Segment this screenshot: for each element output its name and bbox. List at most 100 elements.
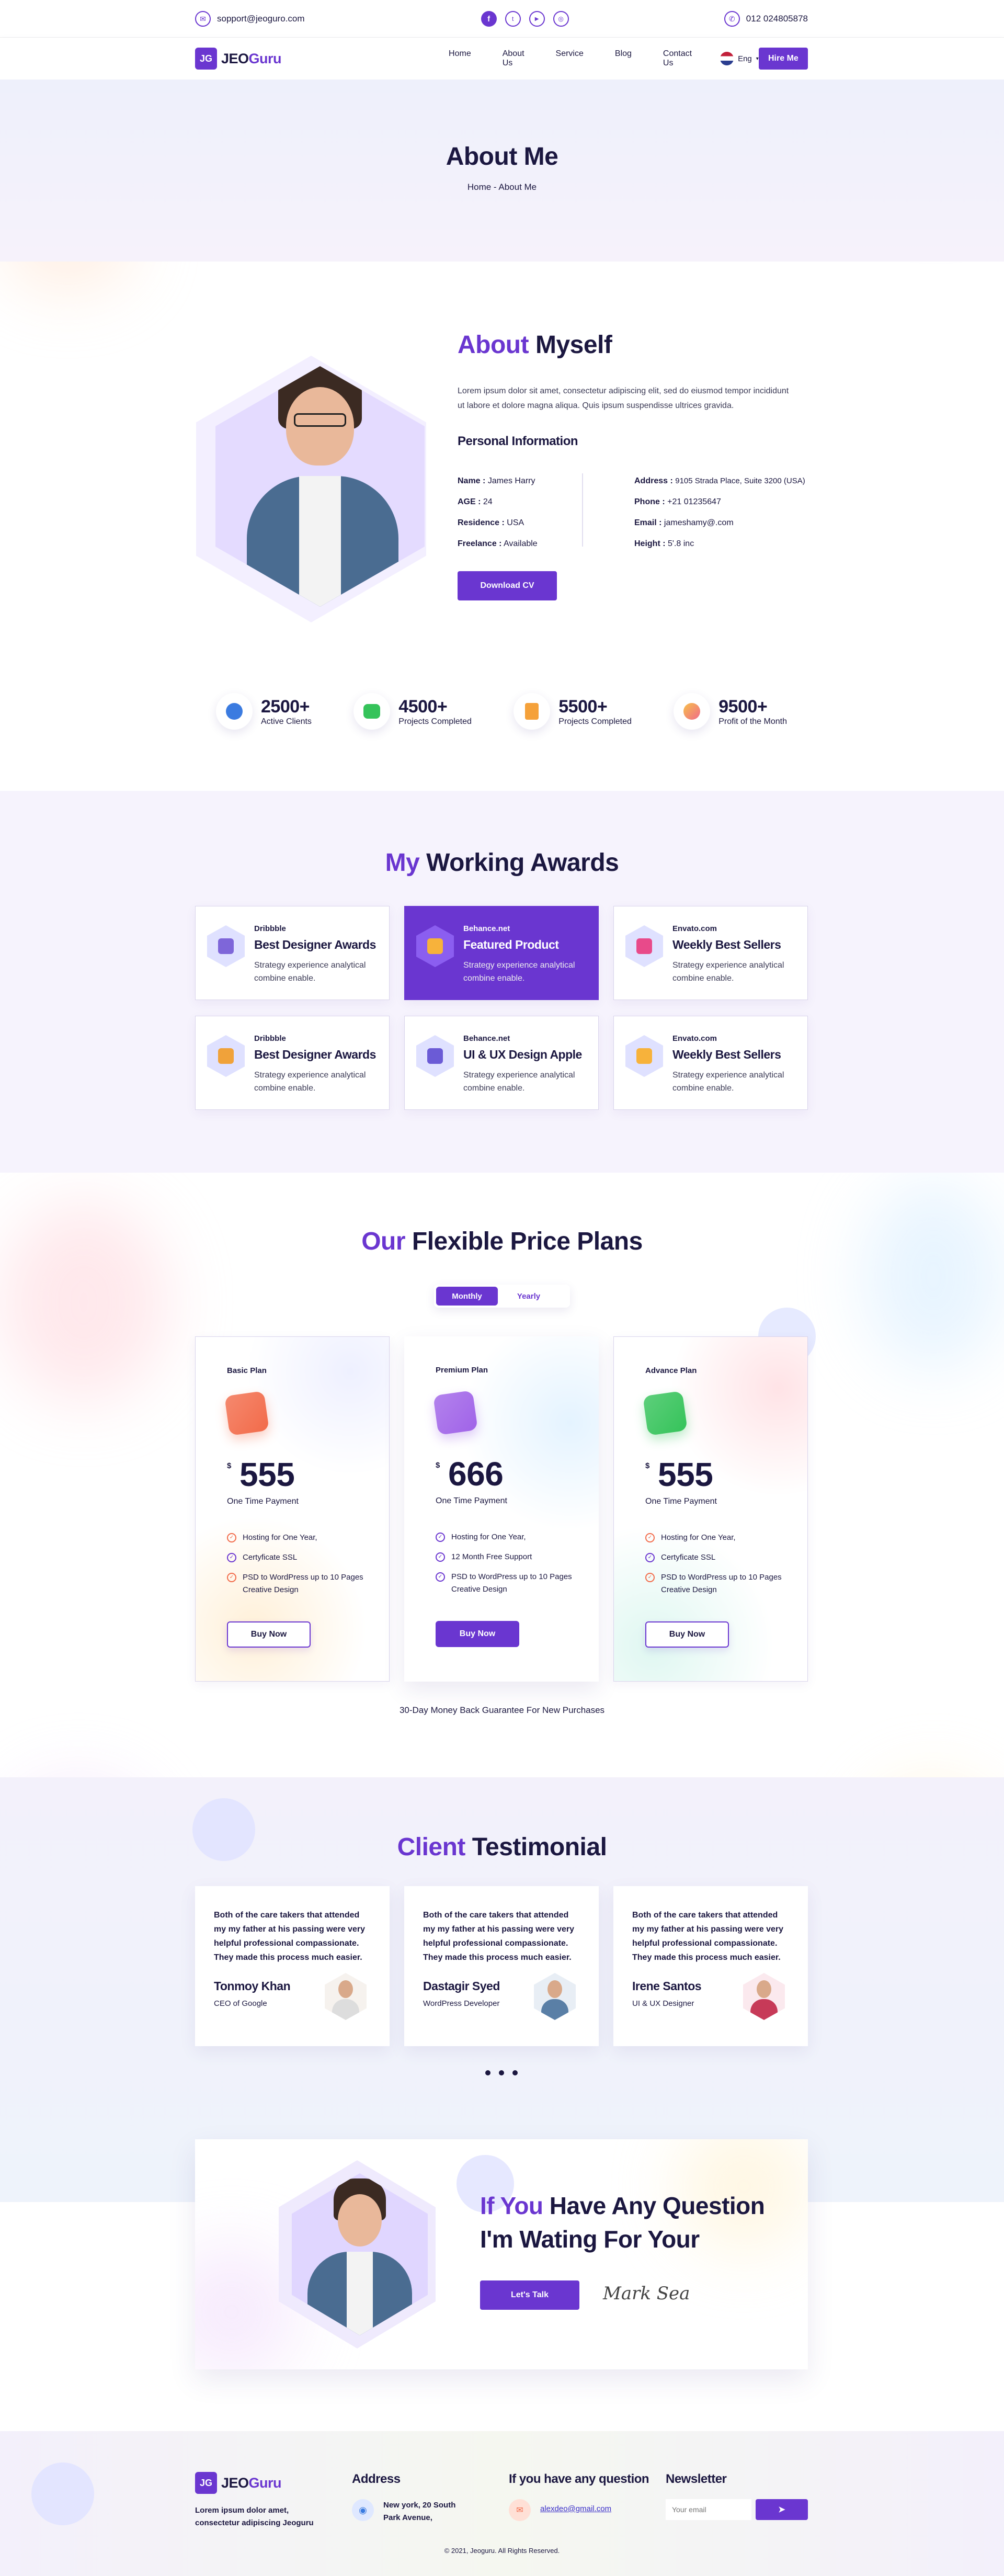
info-row: Residence : USA	[458, 518, 524, 527]
page-hero: About Me Home - About Me	[0, 80, 1004, 262]
footer-logo[interactable]: JG JEOGuru	[195, 2472, 282, 2494]
testimonial-name: Irene Santos	[632, 1979, 702, 1993]
footer-about: Lorem ipsum dolor amet, consectetur adip…	[195, 2506, 314, 2527]
plan-price: 666	[448, 1455, 504, 1493]
top-email[interactable]: ✉ sopport@jeoguro.com	[195, 11, 305, 27]
breadcrumb[interactable]: Home - About Me	[0, 182, 1004, 192]
awards-title-accent: My	[385, 849, 420, 877]
award-card[interactable]: Dribbble Best Designer Awards Strategy e…	[195, 906, 390, 1000]
plan-name: Advance Plan	[645, 1366, 697, 1375]
language-select[interactable]: Eng ▾	[720, 52, 759, 65]
logo-text-b: Guru	[248, 2475, 282, 2491]
nav-link-service[interactable]: Service	[556, 49, 584, 68]
award-card[interactable]: Behance.net UI & UX Design Apple Strateg…	[404, 1016, 599, 1110]
language-label: Eng	[738, 54, 752, 63]
plan-feature: ✓ Hosting for One Year,	[436, 1531, 577, 1544]
award-site: Dribbble	[254, 1034, 286, 1043]
nav-link-contact[interactable]: Contact Us	[663, 49, 692, 68]
buy-now-button[interactable]: Buy Now	[227, 1621, 311, 1648]
hire-me-button[interactable]: Hire Me	[758, 48, 808, 70]
stat-item: 4500+ Projects Completed	[353, 680, 472, 743]
info-row: Email : jameshamy@.com	[634, 518, 734, 527]
main-nav: JG JEOGuru Home About Us Service Blog Co…	[0, 38, 1004, 80]
awards-title: Working Awards	[426, 849, 619, 877]
plan-name: Premium Plan	[436, 1366, 488, 1375]
award-icon	[207, 925, 245, 967]
info-row: Phone : +21 01235647	[634, 497, 721, 506]
award-icon	[207, 1035, 245, 1077]
logo-text-b: Guru	[248, 50, 282, 66]
cta-heading-line2: I'm Wating For Your	[480, 2226, 700, 2253]
toggle-monthly[interactable]: Monthly	[436, 1287, 498, 1306]
award-card[interactable]: Envato.com Weekly Best Sellers Strategy …	[613, 1016, 808, 1110]
slider-dot[interactable]	[485, 2070, 490, 2075]
email-text: sopport@jeoguro.com	[217, 14, 305, 24]
instagram-icon[interactable]: ◎	[553, 11, 569, 27]
plan-feature: ✓ Certyficate SSL	[227, 1551, 368, 1564]
award-desc: Strategy experience analytical combine e…	[254, 961, 366, 983]
info-row: Height : 5'.8 inc	[634, 539, 694, 548]
avatar	[325, 1973, 367, 2020]
award-icon	[625, 925, 663, 967]
avatar	[743, 1973, 785, 2020]
send-icon: ➤	[778, 2505, 785, 2514]
plan-feature: ✓ 12 Month Free Support	[436, 1551, 577, 1563]
award-desc: Strategy experience analytical combine e…	[672, 1071, 784, 1093]
personal-info-right: Address : 9105 Strada Place, Suite 3200 …	[634, 471, 805, 554]
slider-dots	[485, 2070, 518, 2075]
page-title: About Me	[446, 143, 558, 171]
award-site: Dribbble	[254, 924, 286, 933]
stats-row: 2500+ Active Clients 4500+ Projects Comple…	[195, 680, 808, 743]
twitter-icon[interactable]: t	[505, 11, 521, 27]
award-card[interactable]: Dribbble Best Designer Awards Strategy e…	[195, 1016, 390, 1110]
check-icon: ✓	[645, 1533, 655, 1542]
award-desc: Strategy experience analytical combine e…	[463, 1071, 575, 1093]
info-row: Address : 9105 Strada Place, Suite 3200 …	[634, 476, 805, 485]
toggle-yearly[interactable]: Yearly	[498, 1292, 560, 1301]
nav-link-home[interactable]: Home	[449, 49, 471, 68]
award-card[interactable]: Behance.net Featured Product Strategy ex…	[404, 906, 599, 1000]
info-row: AGE : 24	[458, 497, 493, 506]
check-icon: ✓	[436, 1552, 445, 1562]
youtube-icon[interactable]: ▶	[529, 11, 545, 27]
testimonial-role: CEO of Google	[214, 1999, 267, 2008]
avatar	[534, 1973, 576, 2020]
plan-feature: ✓ PSD to WordPress up to 10 Pages Creativ…	[436, 1571, 577, 1596]
top-phone[interactable]: ✆ 012 024805878	[724, 11, 808, 27]
plan-feature: ✓ Certyficate SSL	[645, 1551, 786, 1564]
slider-dot[interactable]	[499, 2070, 504, 2075]
lets-talk-button[interactable]: Let's Talk	[480, 2280, 579, 2310]
social-links: f t ▶ ◎	[481, 11, 569, 27]
download-cv-button[interactable]: Download CV	[458, 571, 557, 600]
buy-now-button[interactable]: Buy Now	[436, 1621, 519, 1647]
facebook-icon[interactable]: f	[481, 11, 497, 27]
slider-dot[interactable]	[512, 2070, 518, 2075]
plan-period: One Time Payment	[645, 1497, 717, 1506]
award-icon	[416, 925, 454, 967]
nav-link-blog[interactable]: Blog	[615, 49, 632, 68]
footer-email[interactable]: alexdeo@gmail.com	[540, 2504, 611, 2513]
plan-icon	[224, 1391, 269, 1436]
location-icon: ◉	[352, 2499, 374, 2521]
check-icon: ✓	[436, 1572, 445, 1582]
buy-now-button[interactable]: Buy Now	[645, 1621, 729, 1648]
check-icon: ✓	[227, 1533, 236, 1542]
testimonial-quote: Both of the care takers that attended my…	[214, 1911, 366, 1962]
newsletter-send-button[interactable]: ➤	[756, 2499, 808, 2520]
money-back-note: 30-Day Money Back Guarantee For New Purc…	[399, 1705, 605, 1715]
testimonial-role: WordPress Developer	[423, 1999, 500, 2008]
logo-mark: JG	[195, 48, 217, 70]
logo[interactable]: JG JEOGuru	[195, 48, 282, 70]
cta-heading-accent: If You	[480, 2192, 543, 2219]
nav-link-about[interactable]: About Us	[503, 49, 524, 68]
plan-currency: $	[645, 1461, 650, 1470]
award-name: Weekly Best Sellers	[672, 1048, 781, 1061]
logo-mark: JG	[195, 2472, 217, 2494]
award-card[interactable]: Envato.com Weekly Best Sellers Strategy …	[613, 906, 808, 1000]
plan-feature: ✓ PSD to WordPress up to 10 Pages Creativ…	[227, 1571, 368, 1596]
newsletter-email-input[interactable]	[666, 2499, 751, 2520]
stat-label: Projects Completed	[558, 717, 632, 726]
check-icon: ✓	[227, 1553, 236, 1562]
plan-feature: ✓ Hosting for One Year,	[227, 1531, 368, 1544]
signature: Mark Sea	[603, 2283, 690, 2304]
